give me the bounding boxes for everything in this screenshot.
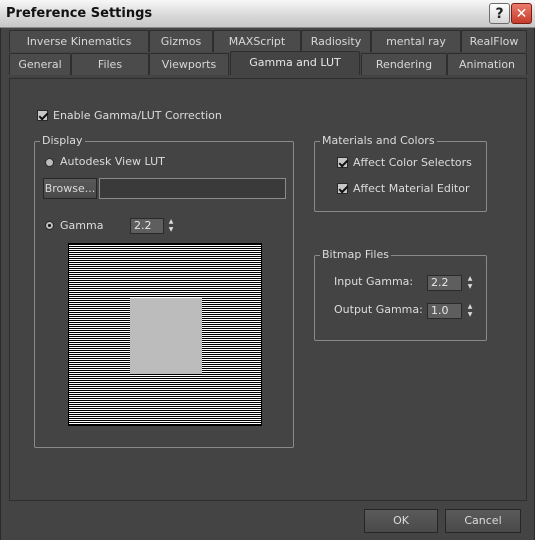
ok-button[interactable]: OK [364, 509, 438, 533]
gamma-preview-pattern [68, 243, 262, 426]
spinner-down-icon[interactable]: ▼ [166, 226, 176, 234]
affect-color-selectors-label: Affect Color Selectors [353, 156, 472, 169]
lut-path-field[interactable] [99, 178, 286, 199]
tab-maxscript[interactable]: MAXScript [213, 30, 301, 52]
gamma-preview-swatch [130, 298, 202, 374]
gamma-spinner[interactable]: 2.2 ▲ ▼ [130, 218, 178, 234]
tab-radiosity[interactable]: Radiosity [301, 30, 371, 52]
title-bar: Preference Settings ? ✕ [0, 0, 535, 28]
affect-color-selectors-checkbox[interactable] [337, 157, 348, 168]
tab-general[interactable]: General [9, 53, 71, 75]
spinner-up-icon[interactable]: ▲ [166, 218, 176, 226]
output-gamma-value[interactable]: 1.0 [427, 303, 462, 319]
tab-inverse-kinematics[interactable]: Inverse Kinematics [9, 30, 149, 52]
tab-files[interactable]: Files [71, 53, 149, 75]
affect-material-editor-label: Affect Material Editor [353, 182, 470, 195]
tab-gizmos[interactable]: Gizmos [149, 30, 213, 52]
gamma-spinner-arrows[interactable]: ▲ ▼ [166, 218, 176, 234]
input-gamma-spinner[interactable]: 2.2 ▲ ▼ [427, 275, 476, 291]
enable-gamma-label: Enable Gamma/LUT Correction [53, 109, 222, 122]
gamma-value[interactable]: 2.2 [130, 218, 164, 234]
spinner-down-icon[interactable]: ▼ [465, 311, 475, 319]
materials-colors-group [314, 141, 487, 212]
spinner-up-icon[interactable]: ▲ [465, 303, 475, 311]
tab-animation[interactable]: Animation [447, 53, 527, 75]
materials-colors-title: Materials and Colors [320, 134, 437, 147]
tab-realflow[interactable]: RealFlow [461, 30, 527, 52]
gamma-label: Gamma [60, 219, 104, 232]
close-button[interactable]: ✕ [511, 3, 532, 24]
enable-gamma-checkbox[interactable] [37, 110, 48, 121]
gamma-radio[interactable] [45, 221, 54, 230]
tab-mental-ray[interactable]: mental ray [371, 30, 461, 52]
autodesk-view-lut-label: Autodesk View LUT [60, 155, 165, 168]
help-icon: ? [495, 5, 504, 22]
browse-button[interactable]: Browse... [43, 178, 97, 199]
output-gamma-spinner[interactable]: 1.0 ▲ ▼ [427, 303, 476, 319]
input-gamma-value[interactable]: 2.2 [427, 275, 462, 291]
window-title: Preference Settings [6, 6, 153, 21]
help-button[interactable]: ? [489, 3, 510, 24]
tab-gamma-and-lut[interactable]: Gamma and LUT [230, 51, 360, 75]
close-icon: ✕ [515, 5, 528, 22]
spinner-up-icon[interactable]: ▲ [465, 275, 475, 283]
cancel-button[interactable]: Cancel [445, 509, 521, 533]
autodesk-view-lut-radio[interactable] [45, 158, 54, 167]
bitmap-files-title: Bitmap Files [320, 248, 391, 261]
spinner-down-icon[interactable]: ▼ [465, 283, 475, 291]
input-gamma-label: Input Gamma: [334, 275, 414, 288]
bitmap-files-group [314, 255, 487, 341]
display-group-title: Display [40, 134, 85, 147]
output-gamma-label: Output Gamma: [334, 303, 423, 316]
tab-rendering[interactable]: Rendering [361, 53, 447, 75]
output-gamma-arrows[interactable]: ▲ ▼ [465, 303, 475, 319]
tab-viewports[interactable]: Viewports [149, 53, 229, 75]
affect-material-editor-checkbox[interactable] [337, 183, 348, 194]
input-gamma-arrows[interactable]: ▲ ▼ [465, 275, 475, 291]
